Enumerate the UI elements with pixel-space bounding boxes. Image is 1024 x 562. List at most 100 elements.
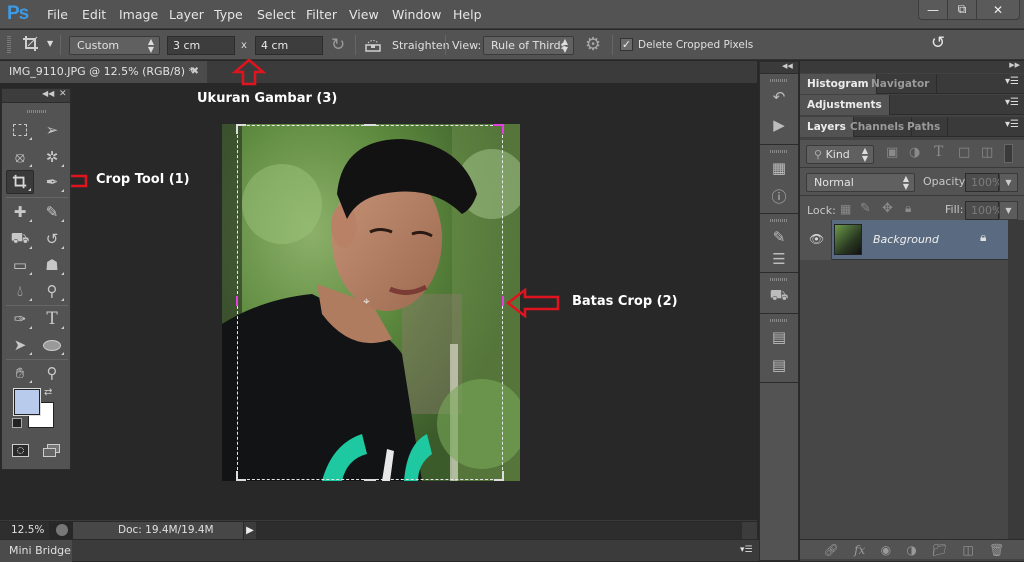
ratio-preset-select[interactable]: Custom ▲ ▼ xyxy=(69,36,160,55)
trash-icon[interactable]: 🗑︎ xyxy=(989,543,1004,557)
horizontal-scrollbar[interactable] xyxy=(256,522,742,539)
clone-source-icon[interactable]: ⛟ xyxy=(769,286,789,306)
panel-menu-icon[interactable]: ▾☰ xyxy=(1005,119,1019,130)
type-filter-icon[interactable]: T xyxy=(934,144,943,160)
tool-eraser[interactable]: ▭ xyxy=(6,253,34,277)
adjustment-filter-icon[interactable]: ◑ xyxy=(909,145,920,160)
lock-transparency-icon[interactable]: ▦ xyxy=(840,202,851,216)
crop-handle-bottom-right[interactable] xyxy=(494,471,504,481)
brush-panel-icon[interactable]: ☰ xyxy=(769,249,789,269)
tool-paint-bucket[interactable]: ☗ xyxy=(38,253,66,277)
status-menu-button[interactable]: ▶ xyxy=(244,522,256,539)
blend-mode-select[interactable]: Normal ▲ ▼ xyxy=(806,173,915,192)
tool-type[interactable]: T xyxy=(38,307,66,331)
smart-object-filter-icon[interactable]: ◫ xyxy=(981,145,993,160)
menu-view[interactable]: View xyxy=(349,7,379,22)
minimize-button[interactable]: — xyxy=(919,0,948,19)
straighten-button[interactable] xyxy=(363,37,383,53)
layer-visibility-toggle[interactable]: 👁︎ xyxy=(800,220,832,260)
collapse-icon[interactable]: ◀◀ xyxy=(782,62,793,70)
info-icon[interactable]: ⓘ xyxy=(769,186,789,206)
close-panel-icon[interactable]: ✕ xyxy=(59,89,67,99)
paragraph-styles-icon[interactable]: ▤ xyxy=(769,327,789,347)
share-icon[interactable] xyxy=(56,524,68,536)
tool-preset-picker[interactable] xyxy=(22,35,44,55)
close-button[interactable]: ✕ xyxy=(977,0,1019,19)
crop-handle-top-right[interactable] xyxy=(494,124,504,134)
zoom-level-field[interactable]: 12.5% xyxy=(0,522,49,539)
delete-cropped-checkbox[interactable]: ✓ xyxy=(620,38,633,51)
gear-icon[interactable]: ⚙ xyxy=(585,34,601,55)
lock-brush-icon[interactable]: ✎ xyxy=(860,201,871,216)
foreground-color-swatch[interactable] xyxy=(13,388,41,416)
tool-rectangular-marquee[interactable] xyxy=(6,118,34,142)
overlay-view-select[interactable]: Rule of Thirds ▲ ▼ xyxy=(483,36,574,55)
document-tab[interactable]: IMG_9110.JPG @ 12.5% (RGB/8) * ✖ xyxy=(0,61,207,83)
fx-icon[interactable]: fx xyxy=(854,543,865,557)
fill-input[interactable]: 100% xyxy=(965,201,1002,220)
tab-adjustments[interactable]: Adjustments xyxy=(800,95,890,115)
crop-handle-bottom[interactable] xyxy=(364,478,376,481)
tool-history-brush[interactable]: ↺ xyxy=(38,227,66,251)
close-tab-icon[interactable]: ✖ xyxy=(191,61,199,83)
default-colors-icon[interactable] xyxy=(12,418,22,428)
filter-toggle[interactable] xyxy=(1004,144,1013,163)
adjustment-layer-icon[interactable]: ◑ xyxy=(906,543,916,557)
opacity-dropdown[interactable]: ▼ xyxy=(999,173,1018,192)
mini-bridge-tab[interactable]: Mini Bridge xyxy=(0,540,72,562)
character-styles-icon[interactable]: ▤ xyxy=(769,355,789,375)
shape-filter-icon[interactable]: □ xyxy=(958,145,970,160)
history-panel-icon[interactable]: ↶ xyxy=(769,87,789,107)
tool-path-selection[interactable]: ➤ xyxy=(6,333,34,357)
link-layers-icon[interactable]: 🔗︎ xyxy=(824,543,839,557)
screen-mode-button[interactable] xyxy=(43,444,61,458)
tool-spot-healing[interactable]: ✚ xyxy=(6,200,34,224)
quick-mask-button[interactable] xyxy=(12,444,29,457)
tool-hand[interactable]: ✋︎ xyxy=(6,361,34,385)
menu-type[interactable]: Type xyxy=(214,7,243,22)
menu-image[interactable]: Image xyxy=(119,7,158,22)
panel-menu-icon[interactable]: ▾☰ xyxy=(1005,76,1019,87)
crop-height-input[interactable]: 4 cm xyxy=(255,36,323,55)
tool-ellipse[interactable] xyxy=(38,333,66,357)
tab-navigator[interactable]: Navigator xyxy=(864,74,938,94)
crop-handle-top[interactable] xyxy=(364,124,376,127)
fill-dropdown[interactable]: ▼ xyxy=(999,201,1018,220)
tool-move[interactable]: ➢ xyxy=(38,118,66,142)
layer-mask-icon[interactable]: ◉ xyxy=(881,543,891,557)
pixel-filter-icon[interactable]: ▣ xyxy=(886,145,898,160)
tool-zoom[interactable]: ⚲ xyxy=(38,361,66,385)
lock-all-icon[interactable]: 🔒︎ xyxy=(905,201,911,216)
tool-dodge[interactable]: ⚲ xyxy=(38,279,66,303)
menu-help[interactable]: Help xyxy=(453,7,482,22)
crop-handle-top-left[interactable] xyxy=(236,124,246,134)
panels-header[interactable]: ▶▶ xyxy=(800,61,1024,73)
layer-name[interactable]: Background xyxy=(873,233,939,246)
tool-blur[interactable]: 💧︎ xyxy=(6,279,34,303)
chevron-down-icon[interactable]: ▼ xyxy=(47,39,53,48)
crop-handle-right[interactable] xyxy=(501,296,504,306)
dock-header[interactable]: ◀◀ xyxy=(760,62,798,74)
straighten-label[interactable]: Straighten xyxy=(392,39,450,52)
tool-brush[interactable]: ✎ xyxy=(38,200,66,224)
toolbox-grip[interactable] xyxy=(27,110,47,113)
crop-handle-left[interactable] xyxy=(236,296,239,306)
tool-lasso[interactable]: ⦻ xyxy=(6,145,34,169)
crop-width-input[interactable]: 3 cm xyxy=(167,36,235,55)
layer-filter-kind-select[interactable]: ⚲ Kind ▲ ▼ xyxy=(806,145,874,164)
swap-colors-icon[interactable]: ⇄ xyxy=(44,387,52,398)
expand-icon[interactable]: ▶▶ xyxy=(1009,61,1020,69)
new-layer-icon[interactable]: ◫ xyxy=(963,543,974,557)
brush-presets-icon[interactable]: ✎ xyxy=(769,227,789,247)
tool-eyedropper[interactable]: ✒ xyxy=(38,170,66,194)
rotate-icon[interactable]: ↻ xyxy=(331,35,345,55)
crop-handle-bottom-left[interactable] xyxy=(236,471,246,481)
collapse-icon[interactable]: ◀◀ xyxy=(42,89,54,98)
panel-menu-icon[interactable]: ▾☰ xyxy=(740,545,753,555)
menu-file[interactable]: File xyxy=(47,7,68,22)
menu-window[interactable]: Window xyxy=(392,7,441,22)
toolbox-header[interactable]: ◀◀ ✕ xyxy=(2,89,70,103)
options-grip[interactable] xyxy=(7,36,11,54)
3d-panel-icon[interactable]: ▦ xyxy=(769,158,789,178)
reset-icon[interactable]: ↺ xyxy=(931,33,945,53)
